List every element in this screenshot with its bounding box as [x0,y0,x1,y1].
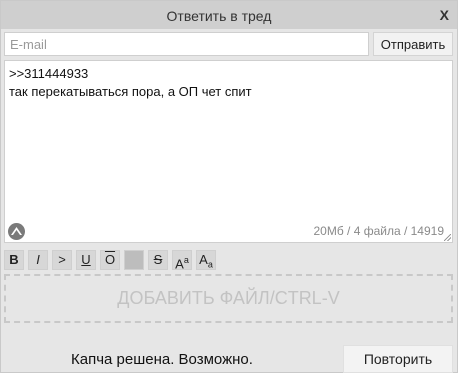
italic-button[interactable]: I [28,250,48,270]
send-button[interactable]: Отправить [373,32,453,56]
dialog-title: Ответить в тред [166,8,272,24]
title-bar[interactable]: Ответить в тред X [1,1,457,29]
bold-button[interactable]: B [4,250,24,270]
sage-icon[interactable] [8,223,25,240]
subscript-button[interactable]: Aa [196,250,216,270]
quote-button[interactable]: > [52,250,72,270]
resize-grip-icon[interactable] [444,234,451,241]
message-line-2: так перекатываться пора, а ОП чет спит [9,84,252,99]
spoiler-button[interactable] [124,250,144,270]
underline-button[interactable]: U [76,250,96,270]
retry-button[interactable]: Повторить [343,345,453,373]
subscript-small: a [207,259,213,270]
strike-button[interactable]: S [148,250,168,270]
superscript-small: a [183,255,189,265]
superscript-main: A [175,256,184,272]
email-input[interactable] [4,32,369,56]
upload-limits: 20Мб / 4 файла / 14919 [313,224,444,238]
reply-form: Ответить в тред X Отправить >>311444933 т… [0,0,458,373]
captcha-status: Капча решена. Возможно. [71,351,253,368]
message-line-1: >>311444933 [9,66,89,81]
overline-button[interactable]: O [100,250,120,270]
file-dropzone[interactable]: ДОБАВИТЬ ФАЙЛ/CTRL-V [4,274,453,323]
close-button[interactable]: X [440,7,449,23]
superscript-button[interactable]: Aa [172,250,192,272]
message-textarea[interactable]: >>311444933 так перекатываться пора, а ОП… [4,60,453,243]
message-text[interactable]: >>311444933 так перекатываться пора, а ОП… [9,65,446,101]
subscript-main: A [199,252,208,267]
